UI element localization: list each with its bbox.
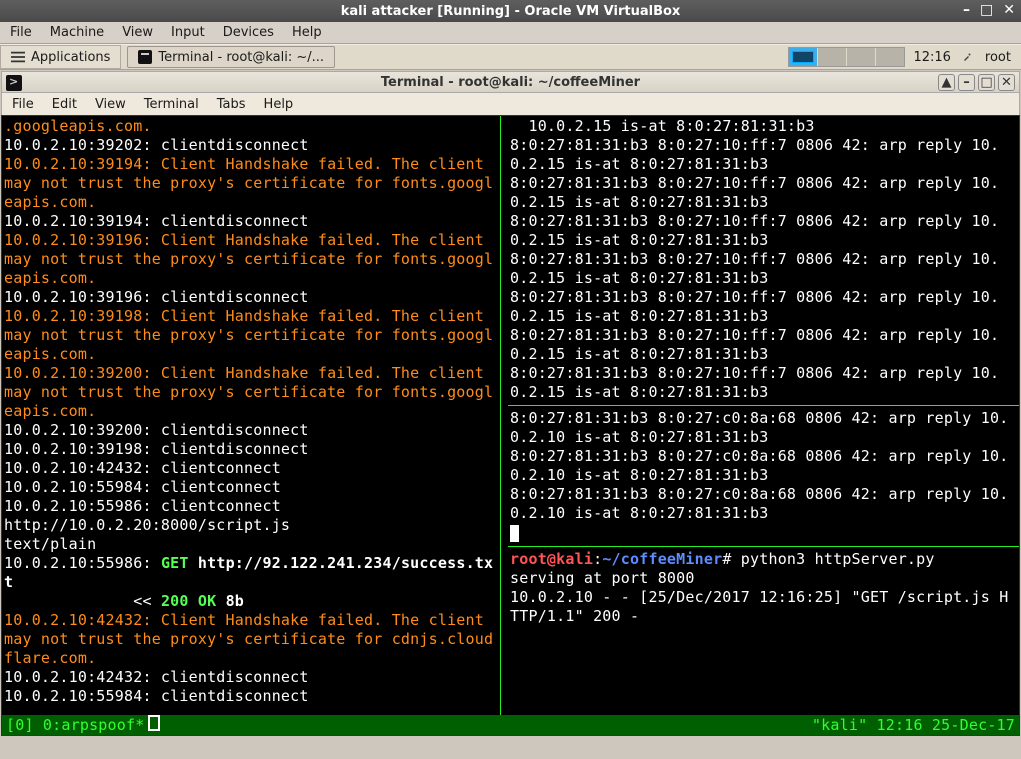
applications-label: Applications [31,50,110,65]
tmux-pane-right: 10.0.2.15 is-at 8:0:27:81:31:b38:0:27:81… [508,116,1019,715]
tmux-cursor [148,715,160,736]
tmux-pane-right-bot[interactable]: root@kali:~/coffeeMiner# python3 httpSer… [508,549,1019,627]
term-menu-edit[interactable]: Edit [52,97,77,112]
tmux-vsplit [500,116,508,715]
term-menu-tabs[interactable]: Tabs [217,97,246,112]
panel-user[interactable]: root [975,50,1021,65]
terminal-window-buttons: ▲ – □ ✕ [938,74,1015,91]
tmux-status-right: "kali" 12:16 25-Dec-17 [812,716,1015,735]
close-icon[interactable]: ✕ [1003,3,1015,17]
tmux-hsplit-2 [508,546,1019,547]
maximize-icon[interactable]: □ [978,74,995,91]
taskbar-terminal[interactable]: Terminal - root@kali: ~/... [127,46,335,68]
panel-clock: 12:16 [905,50,958,65]
menu-help[interactable]: Help [292,25,322,40]
virtualbox-titlebar: kali attacker [Running] - Oracle VM Virt… [0,0,1021,22]
shade-icon[interactable]: ▲ [938,74,955,91]
terminal-titlebar[interactable]: Terminal - root@kali: ~/coffeeMiner ▲ – … [1,71,1020,93]
tmux-statusbar: [0] 0:arpspoof* "kali" 12:16 25-Dec-17 [2,715,1019,735]
terminal-window: Terminal - root@kali: ~/coffeeMiner ▲ – … [1,71,1020,736]
hamburger-icon [11,50,25,64]
virtualbox-window-buttons: – □ ✕ [963,3,1015,17]
terminal-menubar: File Edit View Terminal Tabs Help [1,93,1020,115]
virtualbox-title: kali attacker [Running] - Oracle VM Virt… [341,4,681,19]
brush-icon[interactable] [959,49,975,65]
terminal-title-icon [6,75,22,91]
workspace-4[interactable] [876,48,904,66]
maximize-icon[interactable]: □ [980,3,993,17]
xfce-panel: Applications Terminal - root@kali: ~/...… [0,44,1021,70]
minimize-icon[interactable]: – [958,74,975,91]
terminal-body[interactable]: .googleapis.com.10.0.2.10:39202: clientd… [1,115,1020,736]
term-menu-help[interactable]: Help [264,97,294,112]
menu-devices[interactable]: Devices [223,25,274,40]
terminal-title: Terminal - root@kali: ~/coffeeMiner [381,75,640,90]
terminal-icon [138,50,152,64]
taskbar-label: Terminal - root@kali: ~/... [158,50,324,65]
menu-file[interactable]: File [10,25,32,40]
menu-view[interactable]: View [122,25,153,40]
tmux-pane-left[interactable]: .googleapis.com.10.0.2.10:39202: clientd… [2,116,500,715]
workspace-2[interactable] [818,48,846,66]
virtualbox-menubar: File Machine View Input Devices Help [0,22,1021,44]
workspace-switcher[interactable] [788,47,905,67]
workspace-1[interactable] [789,48,817,66]
applications-button[interactable]: Applications [0,45,121,69]
workspace-3[interactable] [847,48,875,66]
tmux-panes: .googleapis.com.10.0.2.10:39202: clientd… [2,116,1019,715]
term-menu-terminal[interactable]: Terminal [144,97,199,112]
close-icon[interactable]: ✕ [998,74,1015,91]
menu-machine[interactable]: Machine [50,25,104,40]
menu-input[interactable]: Input [171,25,205,40]
tmux-hsplit-1 [508,405,1019,406]
term-menu-file[interactable]: File [12,97,34,112]
tmux-pane-right-top[interactable]: 10.0.2.15 is-at 8:0:27:81:31:b38:0:27:81… [508,116,1019,403]
term-menu-view[interactable]: View [95,97,126,112]
tmux-pane-right-mid[interactable]: 8:0:27:81:31:b3 8:0:27:c0:8a:68 0806 42:… [508,408,1019,544]
tmux-status-left: [0] 0:arpspoof* [6,716,144,735]
minimize-icon[interactable]: – [963,3,970,17]
